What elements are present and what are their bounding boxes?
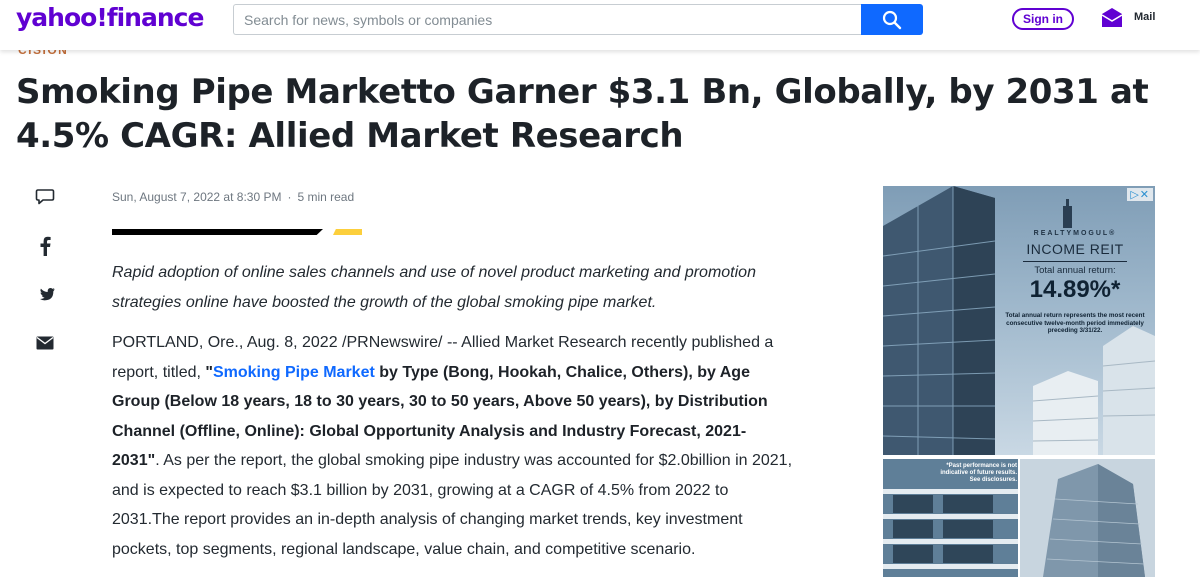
accent-bar-yellow [333,229,362,235]
article-title: Smoking Pipe Marketto Garner $3.1 Bn, Gl… [16,72,1149,156]
accent-bar-black [112,229,323,235]
ad-building-photos [883,459,1155,577]
ad-return-label: Total annual return: [1034,265,1116,276]
facebook-icon[interactable] [34,235,56,257]
search-icon [882,10,902,29]
advertisement[interactable]: ▷✕ REALTYMOGUL® INCOME REIT Total annual… [883,186,1155,577]
read-time: 5 min read [297,190,355,204]
article-summary: Rapid adoption of online sales channels … [112,264,756,311]
comment-icon[interactable] [34,186,56,208]
search-button[interactable] [861,4,923,35]
ad-banner-image[interactable]: ▷✕ REALTYMOGUL® INCOME REIT Total annual… [883,186,1155,455]
article-paragraph: PORTLAND, Ore., Aug. 8, 2022 /PRNewswire… [112,328,792,564]
twitter-icon[interactable] [34,284,56,306]
mail-icon [1101,8,1123,27]
publish-date: Sun, August 7, 2022 at 8:30 PM [112,190,282,204]
sign-in-button[interactable]: Sign in [1012,8,1074,30]
ad-divider [1023,261,1127,262]
ad-product: INCOME REIT [1026,241,1124,257]
quote-open: " [205,363,213,381]
mail-link[interactable]: Mail [1100,6,1155,28]
smoking-pipe-market-link[interactable]: Smoking Pipe Market [213,364,375,381]
ad-return-value: 14.89%* [1029,276,1121,303]
mail-label: Mail [1134,11,1156,23]
ad-bottom-images[interactable]: *Past performance is not indicative of f… [883,459,1155,577]
ad-brand: REALTYMOGUL® [1033,230,1117,237]
adchoices-icon[interactable]: ▷✕ [1127,188,1153,201]
ad-disclaimer: Total annual return represents the most … [1005,312,1145,334]
search-input[interactable] [233,4,861,35]
yahoo-finance-logo[interactable]: yahoo!finance [16,3,204,32]
byline: Sun, August 7, 2022 at 8:30 PM · 5 min rea… [112,190,354,204]
separator-dot: · [287,190,292,204]
email-icon[interactable] [34,332,56,354]
paragraph-tail: . As per the report, the global smoking … [112,452,793,558]
ad-past-performance: *Past performance is not indicative of f… [940,463,1017,483]
top-header: yahoo!finance Sign in Mail [0,0,1200,50]
